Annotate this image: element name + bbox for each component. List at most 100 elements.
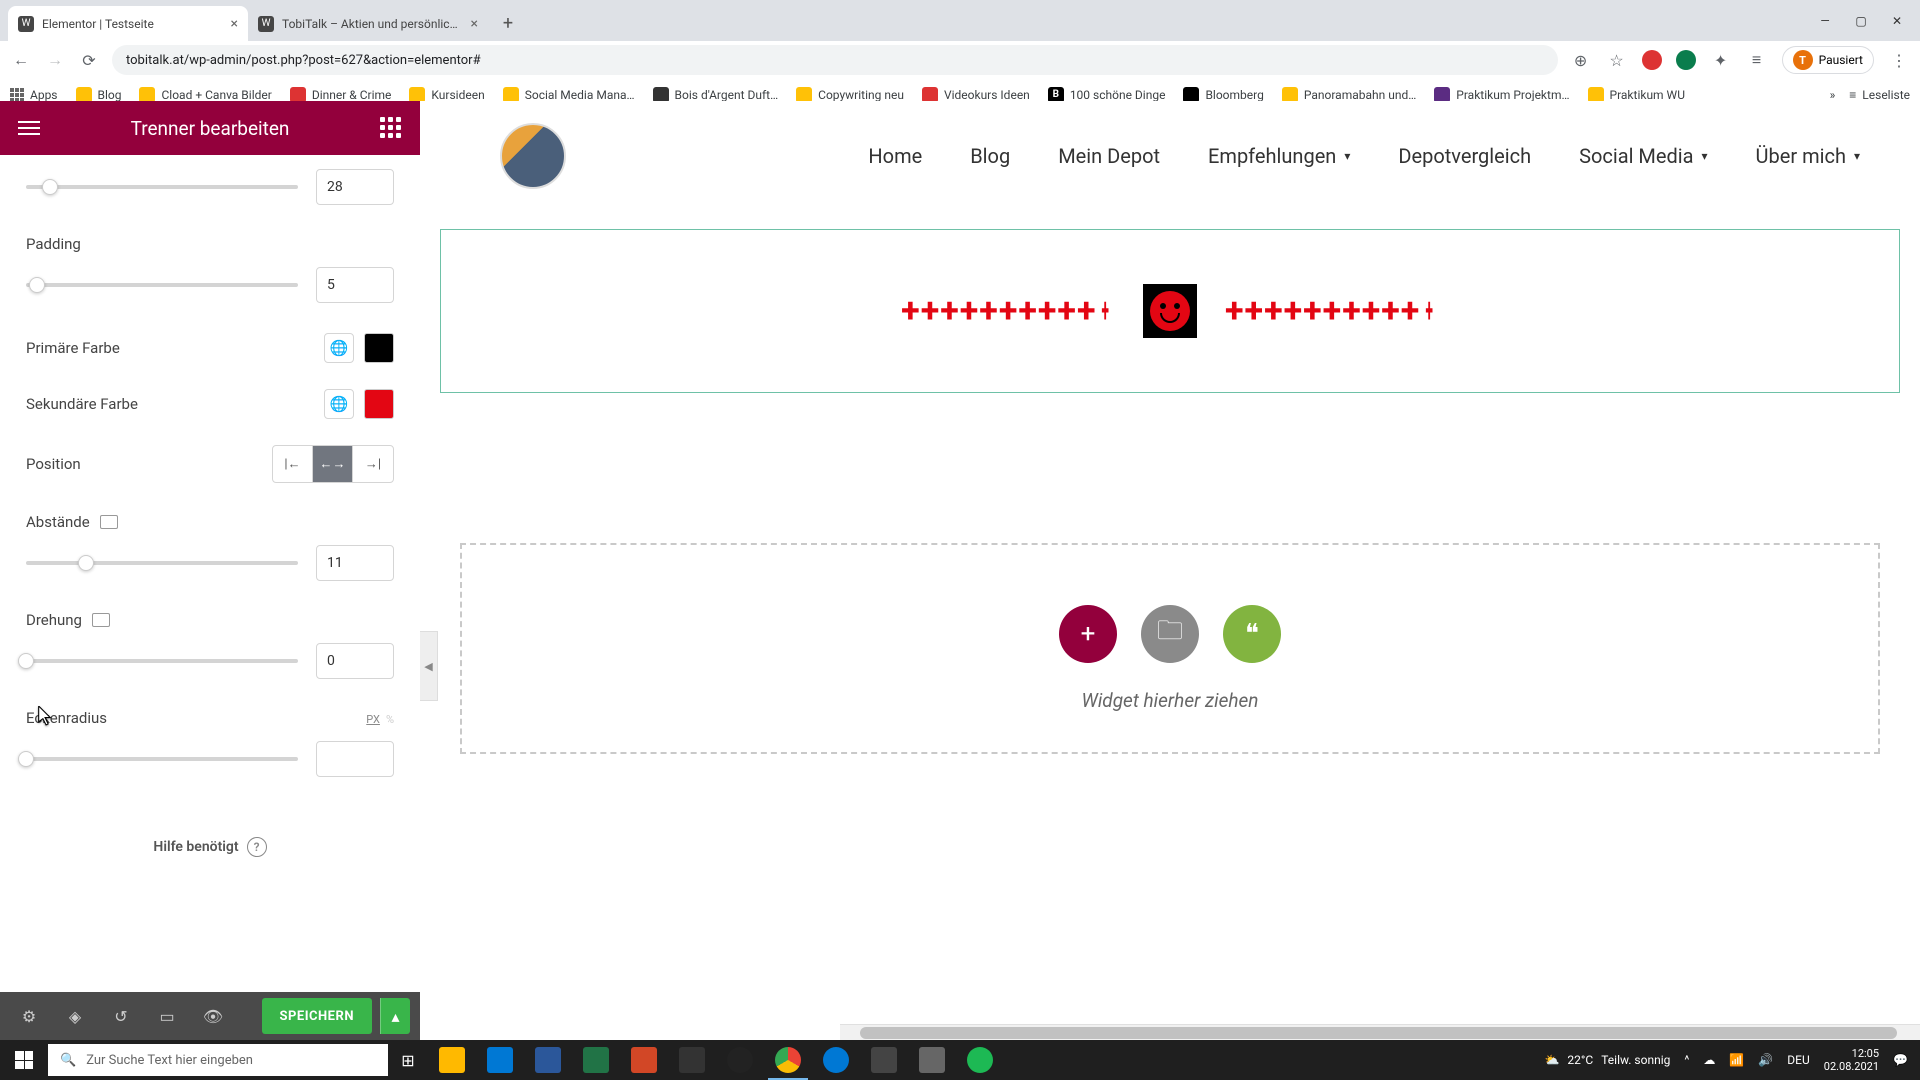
- minimize-button[interactable]: —: [1808, 7, 1842, 35]
- excel-app[interactable]: [572, 1040, 620, 1080]
- unit-px[interactable]: PX: [366, 713, 380, 726]
- secondary-color-swatch[interactable]: [364, 389, 394, 419]
- extension-icon[interactable]: [1676, 50, 1696, 70]
- chrome-app[interactable]: [764, 1040, 812, 1080]
- spotify-app[interactable]: [956, 1040, 1004, 1080]
- horizontal-scrollbar[interactable]: [840, 1024, 1920, 1040]
- weather-icon: ⛅: [1544, 1053, 1559, 1067]
- reading-list-icon[interactable]: ≡: [1746, 49, 1768, 71]
- close-icon[interactable]: ×: [471, 16, 478, 32]
- powerpoint-app[interactable]: [620, 1040, 668, 1080]
- browser-tab[interactable]: W TobiTalk – Aktien und persönlich… ×: [248, 6, 488, 41]
- save-button[interactable]: SPEICHERN: [262, 998, 373, 1034]
- close-window-button[interactable]: ✕: [1880, 7, 1914, 35]
- nav-home[interactable]: Home: [868, 144, 922, 168]
- new-tab-button[interactable]: +: [494, 9, 522, 37]
- bookmarks-overflow-icon[interactable]: »: [1830, 88, 1836, 102]
- padding-input[interactable]: [316, 267, 394, 303]
- settings-button[interactable]: ⚙: [10, 997, 48, 1035]
- reload-button[interactable]: ⟳: [78, 49, 100, 71]
- nav-social[interactable]: Social Media▾: [1579, 144, 1707, 168]
- explorer-app[interactable]: [428, 1040, 476, 1080]
- weather-desc: Teilw. sonnig: [1601, 1053, 1670, 1067]
- start-button[interactable]: [0, 1040, 48, 1080]
- taskbar-search[interactable]: 🔍 Zur Suche Text hier eingeben: [48, 1044, 388, 1076]
- preview-button[interactable]: 👁: [194, 997, 232, 1035]
- divider-section[interactable]: +++++++++++ +++++++++++: [440, 229, 1900, 393]
- divider-pattern-left: +++++++++++: [901, 294, 1115, 328]
- profile-button[interactable]: T Pausiert: [1782, 46, 1874, 74]
- obs-app[interactable]: [716, 1040, 764, 1080]
- global-color-button[interactable]: 🌐: [324, 333, 354, 363]
- window-controls: — ▢ ✕: [1808, 7, 1920, 41]
- hamburger-menu-button[interactable]: [18, 121, 40, 135]
- responsive-icon[interactable]: [92, 613, 110, 627]
- navigator-button[interactable]: ◈: [56, 997, 94, 1035]
- primary-color-swatch[interactable]: [364, 333, 394, 363]
- app-icon[interactable]: [860, 1040, 908, 1080]
- tray-chevron-icon[interactable]: ^: [1684, 1053, 1689, 1067]
- align-left-button[interactable]: |←: [273, 446, 313, 482]
- language-indicator[interactable]: DEU: [1787, 1053, 1809, 1067]
- edge-app[interactable]: [812, 1040, 860, 1080]
- save-options-button[interactable]: ▴: [380, 998, 410, 1034]
- volume-icon[interactable]: 🔊: [1758, 1053, 1773, 1067]
- site-logo[interactable]: [500, 123, 566, 189]
- spacing-slider[interactable]: [26, 561, 298, 565]
- nav-depot[interactable]: Mein Depot: [1058, 144, 1160, 168]
- rotation-input[interactable]: [316, 643, 394, 679]
- word-app[interactable]: [524, 1040, 572, 1080]
- zoom-icon[interactable]: ⊕: [1570, 49, 1592, 71]
- star-icon[interactable]: ☆: [1606, 49, 1628, 71]
- responsive-mode-button[interactable]: ▭: [148, 997, 186, 1035]
- mail-app[interactable]: [476, 1040, 524, 1080]
- history-button[interactable]: ↺: [102, 997, 140, 1035]
- nav-comparison[interactable]: Depotvergleich: [1398, 144, 1531, 168]
- reading-list-button[interactable]: ≡Leseliste: [1849, 88, 1910, 102]
- wifi-icon[interactable]: 📶: [1729, 1053, 1744, 1067]
- padding-slider[interactable]: [26, 283, 298, 287]
- extension-icon[interactable]: [1642, 50, 1662, 70]
- size-input[interactable]: [316, 169, 394, 205]
- browser-tab-active[interactable]: W Elementor | Testseite ×: [8, 6, 248, 41]
- notifications-button[interactable]: 💬: [1893, 1053, 1908, 1067]
- template-library-button[interactable]: 🗀: [1141, 605, 1199, 663]
- date-text: 02.08.2021: [1824, 1060, 1879, 1073]
- clock[interactable]: 12:05 02.08.2021: [1824, 1047, 1879, 1073]
- puzzle-icon[interactable]: ✦: [1710, 49, 1732, 71]
- nav-recommendations[interactable]: Empfehlungen▾: [1208, 144, 1350, 168]
- help-link[interactable]: Hilfe benötigt ?: [26, 837, 394, 857]
- collapse-sidebar-handle[interactable]: ◀: [420, 631, 438, 701]
- kebab-menu-icon[interactable]: ⋮: [1888, 49, 1910, 71]
- align-center-button[interactable]: ←→: [313, 446, 353, 482]
- forward-button[interactable]: →: [44, 49, 66, 71]
- unit-percent[interactable]: %: [386, 713, 394, 726]
- nav-blog[interactable]: Blog: [970, 144, 1010, 168]
- size-slider[interactable]: [26, 185, 298, 189]
- app-icon[interactable]: [668, 1040, 716, 1080]
- apps-button[interactable]: Apps: [10, 88, 58, 102]
- smile-icon: [1150, 291, 1190, 331]
- radius-input[interactable]: [316, 741, 394, 777]
- url-text: tobitalk.at/wp-admin/post.php?post=627&a…: [126, 53, 481, 68]
- rotation-slider[interactable]: [26, 659, 298, 663]
- radius-slider[interactable]: [26, 757, 298, 761]
- spacing-input[interactable]: [316, 545, 394, 581]
- close-icon[interactable]: ×: [231, 16, 238, 32]
- back-button[interactable]: ←: [10, 49, 32, 71]
- envato-button[interactable]: ❝: [1223, 605, 1281, 663]
- empty-section-dropzone[interactable]: + 🗀 ❝ Widget hierher ziehen: [460, 543, 1880, 754]
- task-view-button[interactable]: ⊞: [388, 1040, 428, 1080]
- global-color-button[interactable]: 🌐: [324, 389, 354, 419]
- widgets-grid-button[interactable]: [380, 117, 402, 139]
- align-right-button[interactable]: →|: [353, 446, 393, 482]
- responsive-icon[interactable]: [100, 515, 118, 529]
- nav-about[interactable]: Über mich▾: [1756, 144, 1860, 168]
- app-icon[interactable]: [908, 1040, 956, 1080]
- url-input[interactable]: tobitalk.at/wp-admin/post.php?post=627&a…: [112, 45, 1558, 75]
- weather-widget[interactable]: ⛅ 22°C Teilw. sonnig: [1544, 1053, 1670, 1067]
- divider-icon-box: [1143, 284, 1197, 338]
- maximize-button[interactable]: ▢: [1844, 7, 1878, 35]
- onedrive-icon[interactable]: ☁: [1703, 1053, 1715, 1067]
- add-section-button[interactable]: +: [1059, 605, 1117, 663]
